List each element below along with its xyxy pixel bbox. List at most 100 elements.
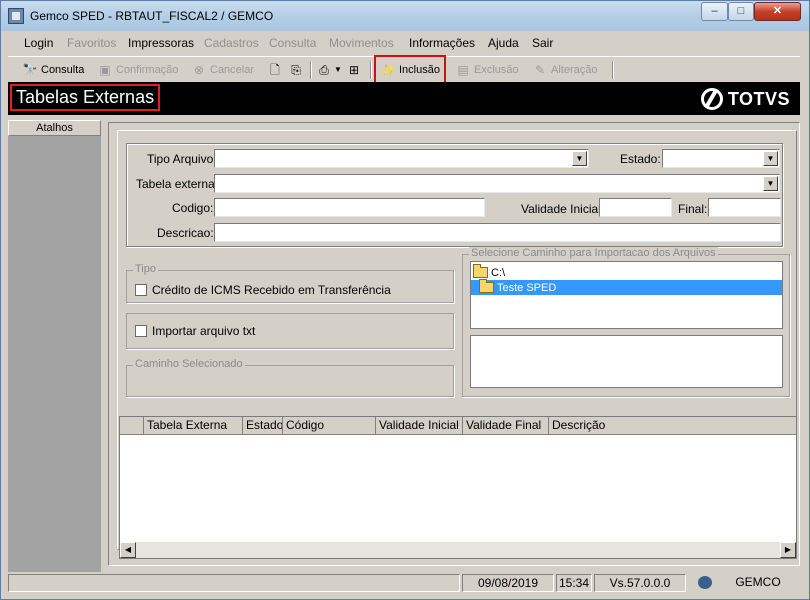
column-header-descricao[interactable]: Descrição [549,417,796,435]
sidebar-header[interactable]: Atalhos [8,120,101,136]
edit-record-icon: ✎ [534,63,546,77]
final-label: Final: [678,202,708,216]
inclusao-label: Inclusão [399,63,440,76]
folder-open-icon [473,264,488,278]
report-button[interactable]: ⊞ [346,60,365,80]
column-header-validade-final[interactable]: Validade Final [463,417,549,435]
menu-sair[interactable]: Sair [532,36,553,50]
menu-impressoras[interactable]: Impressoras [128,36,194,50]
horizontal-scrollbar[interactable]: ◀ ▶ [120,542,796,558]
validade-inicial-label: Validade Inicial: [521,202,605,216]
export-button[interactable]: ⎘ [288,60,307,80]
chevron-down-icon: ▼ [334,65,342,74]
tabela-externa-label: Tabela externa: [136,177,219,191]
toolbar: 🔭 Consulta ▣ Confirmação ⊗ Cancelar 🗋 ⎘ … [8,55,800,84]
column-header-estado[interactable]: Estado [243,417,283,435]
menu-movimentos[interactable]: Movimentos [329,36,394,50]
title-bar[interactable]: Gemco SPED - RBTAUT_FISCAL2 / GEMCO – □ … [1,1,809,31]
grid-header: Tabela Externa Estado Código Validade In… [120,417,796,435]
column-header-indicator [120,417,144,435]
importar-txt-checkbox[interactable] [135,325,147,337]
tree-item-teste-sped[interactable]: Teste SPED [471,279,782,295]
column-header-codigo[interactable]: Código [283,417,376,435]
consulta-button[interactable]: 🔭 Consulta [22,60,85,80]
menu-favoritos[interactable]: Favoritos [67,36,116,50]
new-document-button[interactable]: 🗋 [267,60,286,80]
validade-inicial-input[interactable] [599,198,672,217]
chevron-down-icon[interactable]: ▼ [572,151,587,166]
printer-icon: ⎙ [319,63,329,77]
column-header-tabela-externa[interactable]: Tabela Externa [144,417,243,435]
tipo-arquivo-select[interactable] [214,149,589,168]
codigo-input[interactable] [214,198,485,217]
menu-login[interactable]: Login [24,36,53,50]
close-button[interactable]: ✕ [754,2,801,21]
caminho-group: Caminho Selecionado [126,358,454,397]
menu-cadastros[interactable]: Cadastros [204,36,259,50]
menu-ajuda[interactable]: Ajuda [488,36,519,50]
totvs-logo-icon [700,88,723,110]
scroll-right-icon[interactable]: ▶ [780,542,796,558]
chevron-down-icon[interactable]: ▼ [763,176,778,191]
inclusao-button[interactable]: ✨ Inclusão [374,55,446,84]
credito-icms-checkbox[interactable] [135,284,147,296]
tabela-externa-select[interactable] [214,174,780,193]
chevron-down-icon[interactable]: ▼ [763,151,778,166]
report-icon: ⊞ [348,63,360,77]
totvs-logo: TOTVS [700,88,790,110]
status-time: 15:34 [556,574,592,592]
document-icon: 🗋 [270,63,280,77]
user-icon [698,576,712,589]
page-banner: Tabelas Externas TOTVS [8,82,800,115]
cancel-icon: ⊗ [193,63,205,77]
binoculars-icon: 🔭 [22,63,38,77]
save-icon: ▣ [99,63,111,77]
descricao-input[interactable] [214,223,781,242]
status-date: 09/08/2019 [462,574,554,592]
tree-item-root[interactable]: C:\ [473,264,506,280]
minimize-button[interactable]: – [701,2,728,21]
toolbar-separator [310,61,312,79]
sidebar: Atalhos [8,120,101,572]
menu-bar: Login Favoritos Impressoras Cadastros Co… [8,31,800,55]
page-title: Tabelas Externas [10,84,161,111]
import-path-title: Selecione Caminho para Importacao dos Ar… [469,247,718,259]
tree-item-label: Teste SPED [497,281,557,294]
maximize-button[interactable]: □ [728,2,754,21]
menu-consulta[interactable]: Consulta [269,36,316,50]
column-header-validade-inicial[interactable]: Validade Inicial [376,417,463,435]
tipo-arquivo-label: Tipo Arquivo: [147,152,217,166]
folder-tree[interactable]: C:\ Teste SPED [470,261,783,329]
print-dropdown[interactable]: ▼ [334,60,345,80]
status-message [8,574,460,592]
cancelar-label: Cancelar [210,64,255,76]
window-title: Gemco SPED - RBTAUT_FISCAL2 / GEMCO [30,9,274,23]
cancelar-button[interactable]: ⊗ Cancelar [191,60,254,80]
alteracao-label: Alteração [551,64,598,76]
confirmacao-label: Confirmação [116,64,179,76]
export-icon: ⎘ [291,63,301,77]
consulta-label: Consulta [41,64,85,76]
folder-icon [479,279,494,293]
tree-item-label: C:\ [491,266,506,279]
new-record-icon: ✨ [380,62,396,77]
alteracao-button[interactable]: ✎ Alteração [532,60,598,80]
file-list[interactable] [470,335,783,388]
caminho-group-title: Caminho Selecionado [133,358,245,370]
logo-text: TOTVS [727,88,790,109]
print-button[interactable]: ⎙ [316,60,335,80]
exclusao-label: Exclusão [474,64,519,76]
menu-informacoes[interactable]: Informações [409,36,475,50]
descricao-label: Descricao: [157,226,214,240]
final-input[interactable] [708,198,781,217]
credito-icms-label: Crédito de ICMS Recebido em Transferênci… [152,283,391,297]
delete-record-icon: ▤ [457,63,469,77]
results-grid[interactable]: Tabela Externa Estado Código Validade In… [119,416,797,559]
estado-label: Estado: [620,152,661,166]
exclusao-button[interactable]: ▤ Exclusão [455,60,519,80]
scroll-left-icon[interactable]: ◀ [120,542,136,558]
confirmacao-button[interactable]: ▣ Confirmação [97,60,178,80]
importar-txt-label: Importar arquivo txt [152,324,256,338]
codigo-label: Codigo: [172,201,214,215]
status-version: Vs.57.0.0.0 [594,574,686,592]
